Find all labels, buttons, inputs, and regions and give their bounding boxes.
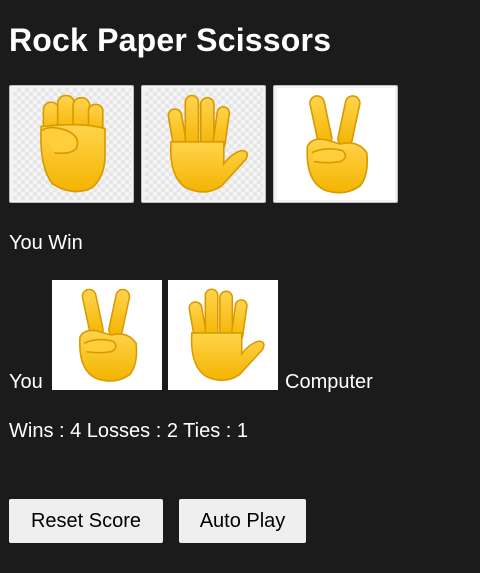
- rock-button[interactable]: [9, 85, 134, 203]
- victory-hand-icon: [78, 288, 138, 382]
- paper-button[interactable]: [141, 85, 266, 203]
- raised-hand-icon: [144, 88, 263, 200]
- scissors-button[interactable]: [273, 85, 398, 203]
- raised-fist-icon: [12, 88, 131, 200]
- page-title: Rock Paper Scissors: [9, 22, 332, 58]
- result-text: You Win: [9, 232, 83, 254]
- raised-hand-icon: [188, 288, 265, 382]
- computer-move-image: [168, 280, 278, 390]
- auto-play-button[interactable]: Auto Play: [179, 499, 306, 543]
- computer-label: Computer: [285, 371, 373, 393]
- score-text: Wins : 4 Losses : 2 Ties : 1: [9, 420, 248, 442]
- player-label: You: [9, 371, 43, 393]
- victory-hand-icon: [276, 88, 395, 200]
- reset-score-button[interactable]: Reset Score: [9, 499, 163, 543]
- player-move-image: [52, 280, 162, 390]
